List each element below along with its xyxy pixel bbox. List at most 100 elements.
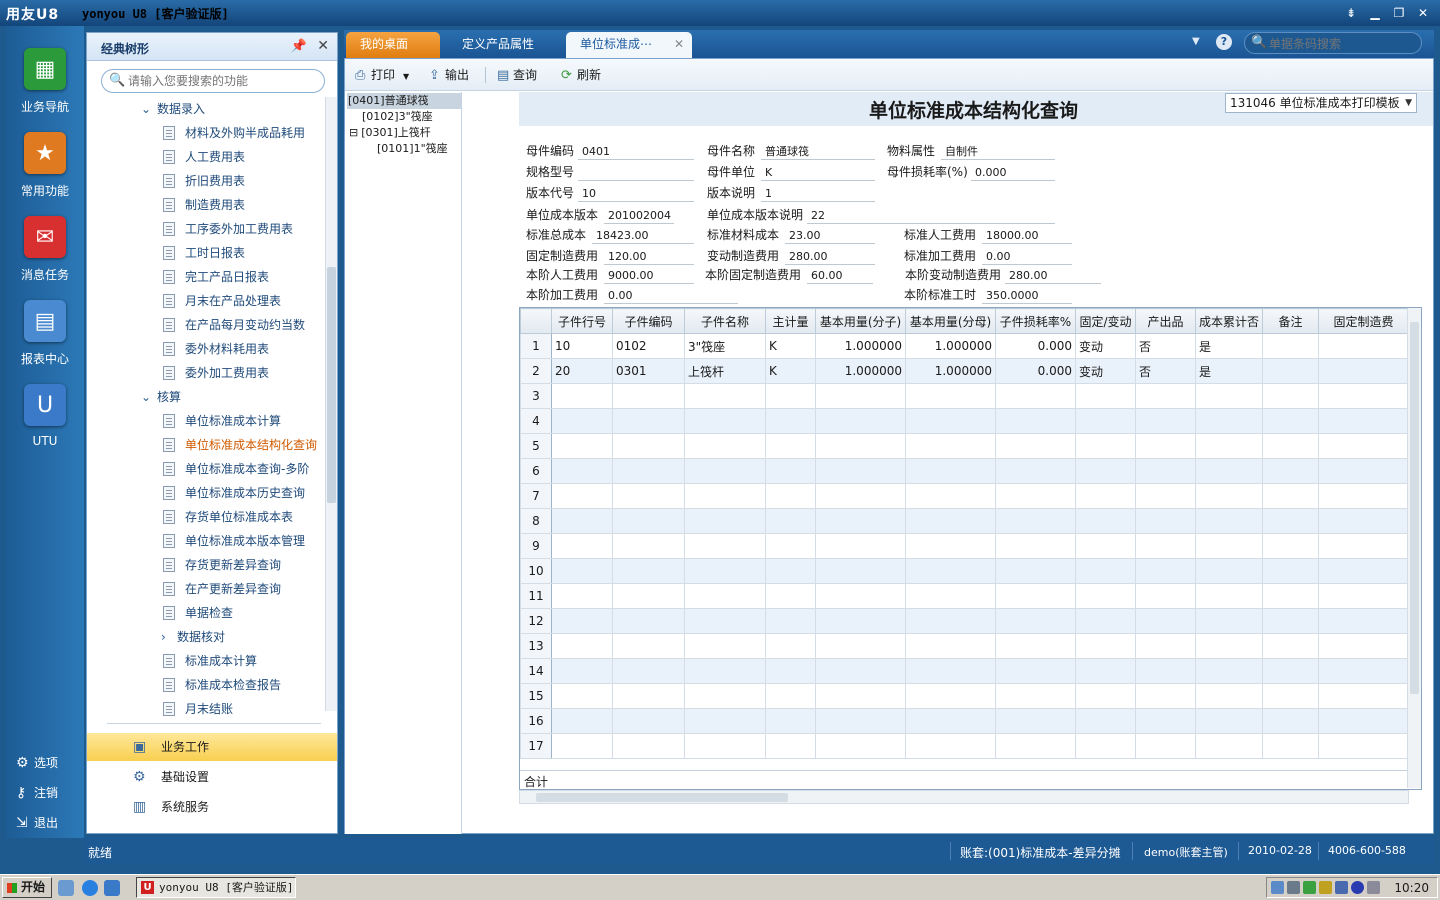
table-cell[interactable] [1262, 508, 1319, 534]
table-cell[interactable] [995, 583, 1076, 609]
tree-item[interactable]: 存货更新差异查询 [163, 553, 281, 577]
field-value[interactable]: 0.000 [971, 165, 1055, 181]
table-cell[interactable] [1262, 583, 1319, 609]
tree-item-selected[interactable]: 单位标准成本结构化查询 [163, 433, 317, 457]
tree-item[interactable]: 单位标准成本历史查询 [163, 481, 305, 505]
export-button[interactable]: ⇪ 输出 [429, 66, 469, 84]
bottom-nav-settings[interactable]: ⚙ 基础设置 [87, 763, 337, 791]
table-cell[interactable] [1318, 708, 1409, 734]
table-cell[interactable] [1318, 683, 1409, 709]
table-cell[interactable]: 1.000000 [905, 358, 996, 384]
column-header[interactable]: 子件名称 [684, 308, 766, 334]
table-cell[interactable] [684, 483, 766, 509]
table-cell[interactable] [684, 583, 766, 609]
table-cell[interactable] [1262, 433, 1319, 459]
collapse-icon[interactable]: ⊟ [349, 126, 358, 139]
tray-tool-icon[interactable] [1287, 881, 1300, 894]
tree-item[interactable]: 材料及外购半成品耗用 [163, 121, 305, 145]
table-cell[interactable] [551, 683, 613, 709]
table-cell[interactable] [905, 483, 996, 509]
table-cell[interactable] [612, 633, 685, 659]
start-button[interactable]: 开始 [2, 877, 52, 898]
tab-product-attr[interactable]: 定义产品属性 [448, 32, 564, 58]
tab-unit-cost-query[interactable]: 单位标准成⋯ ✕ [566, 32, 692, 58]
table-cell[interactable] [551, 508, 613, 534]
function-search[interactable]: 🔍 [101, 69, 325, 93]
table-cell[interactable] [765, 408, 816, 434]
field-value[interactable]: 18000.00 [982, 228, 1072, 244]
tree-scrollbar[interactable] [325, 97, 337, 711]
column-header[interactable]: 备注 [1262, 308, 1319, 334]
table-cell[interactable] [1318, 733, 1409, 759]
column-header[interactable]: 固定/变动 [1075, 308, 1136, 334]
field-value[interactable]: K [761, 165, 875, 181]
table-cell[interactable] [684, 633, 766, 659]
table-cell[interactable] [1135, 558, 1196, 584]
table-cell[interactable] [1262, 608, 1319, 634]
table-row[interactable]: 11 [520, 583, 1409, 609]
table-cell[interactable] [1075, 608, 1136, 634]
field-value[interactable]: 120.00 [604, 249, 694, 265]
table-cell[interactable] [995, 408, 1076, 434]
table-cell[interactable] [1262, 408, 1319, 434]
table-cell[interactable]: 10 [551, 333, 613, 359]
table-cell[interactable] [1262, 383, 1319, 409]
column-header[interactable]: 子件损耗率% [995, 308, 1076, 334]
table-cell[interactable]: 20 [551, 358, 613, 384]
nav-utu[interactable]: U UTU [6, 384, 84, 448]
table-cell[interactable] [1195, 708, 1263, 734]
tab-close-icon[interactable]: ✕ [674, 32, 684, 56]
table-cell[interactable] [905, 383, 996, 409]
nav-business[interactable]: ▦ 业务导航 [6, 48, 84, 115]
exit-button[interactable]: ⇲ 退出 [16, 814, 58, 831]
field-value[interactable]: 60.00 [807, 268, 873, 284]
tree-item[interactable]: 在产品每月变动约当数 [163, 313, 305, 337]
table-cell[interactable] [1318, 383, 1409, 409]
table-cell[interactable] [1075, 408, 1136, 434]
table-cell[interactable] [1135, 433, 1196, 459]
table-row[interactable]: 3 [520, 383, 1409, 409]
table-cell[interactable] [1135, 608, 1196, 634]
table-cell[interactable] [1195, 508, 1263, 534]
query-button[interactable]: ▤ 查询 [497, 66, 537, 84]
table-cell[interactable]: 是 [1195, 358, 1263, 384]
tree-item[interactable]: 工时日报表 [163, 241, 245, 265]
table-cell[interactable] [1318, 508, 1409, 534]
grid-horizontal-scrollbar[interactable] [519, 790, 1409, 804]
table-cell[interactable] [1195, 533, 1263, 559]
print-button[interactable]: ⎙ 打印 ▼ [355, 66, 409, 84]
table-cell[interactable] [684, 533, 766, 559]
table-cell[interactable] [1195, 483, 1263, 509]
table-cell[interactable]: 否 [1135, 333, 1196, 359]
table-cell[interactable] [1318, 608, 1409, 634]
table-cell[interactable]: 0.000 [995, 333, 1076, 359]
table-cell[interactable] [1262, 333, 1319, 359]
table-row[interactable]: 17 [520, 733, 1409, 759]
table-row[interactable]: 10 [520, 558, 1409, 584]
restore-button[interactable]: ❐ [1390, 4, 1408, 22]
tree-item[interactable]: 单位标准成本计算 [163, 409, 281, 433]
close-button[interactable]: ✕ [1414, 4, 1432, 22]
barcode-search-input[interactable] [1269, 36, 1417, 51]
table-cell[interactable] [815, 408, 906, 434]
table-cell[interactable] [1318, 583, 1409, 609]
tree-item[interactable]: 完工产品日报表 [163, 265, 269, 289]
table-cell[interactable] [551, 583, 613, 609]
column-header[interactable]: 产出品 [1135, 308, 1196, 334]
table-cell[interactable] [815, 608, 906, 634]
column-header[interactable] [520, 308, 552, 334]
table-cell[interactable] [1262, 733, 1319, 759]
scroll-thumb[interactable] [536, 793, 788, 802]
table-cell[interactable] [612, 483, 685, 509]
table-cell[interactable] [684, 558, 766, 584]
table-cell[interactable] [1195, 383, 1263, 409]
table-cell[interactable]: 1.000000 [815, 333, 906, 359]
table-cell[interactable] [815, 708, 906, 734]
table-cell[interactable] [612, 533, 685, 559]
table-row[interactable]: 7 [520, 483, 1409, 509]
table-cell[interactable] [1195, 458, 1263, 484]
table-row[interactable]: 9 [520, 533, 1409, 559]
table-cell[interactable] [1318, 358, 1409, 384]
field-value[interactable]: 普通球筏 [761, 144, 875, 160]
tree-folder-data-check[interactable]: › 数据核对 [161, 625, 225, 649]
